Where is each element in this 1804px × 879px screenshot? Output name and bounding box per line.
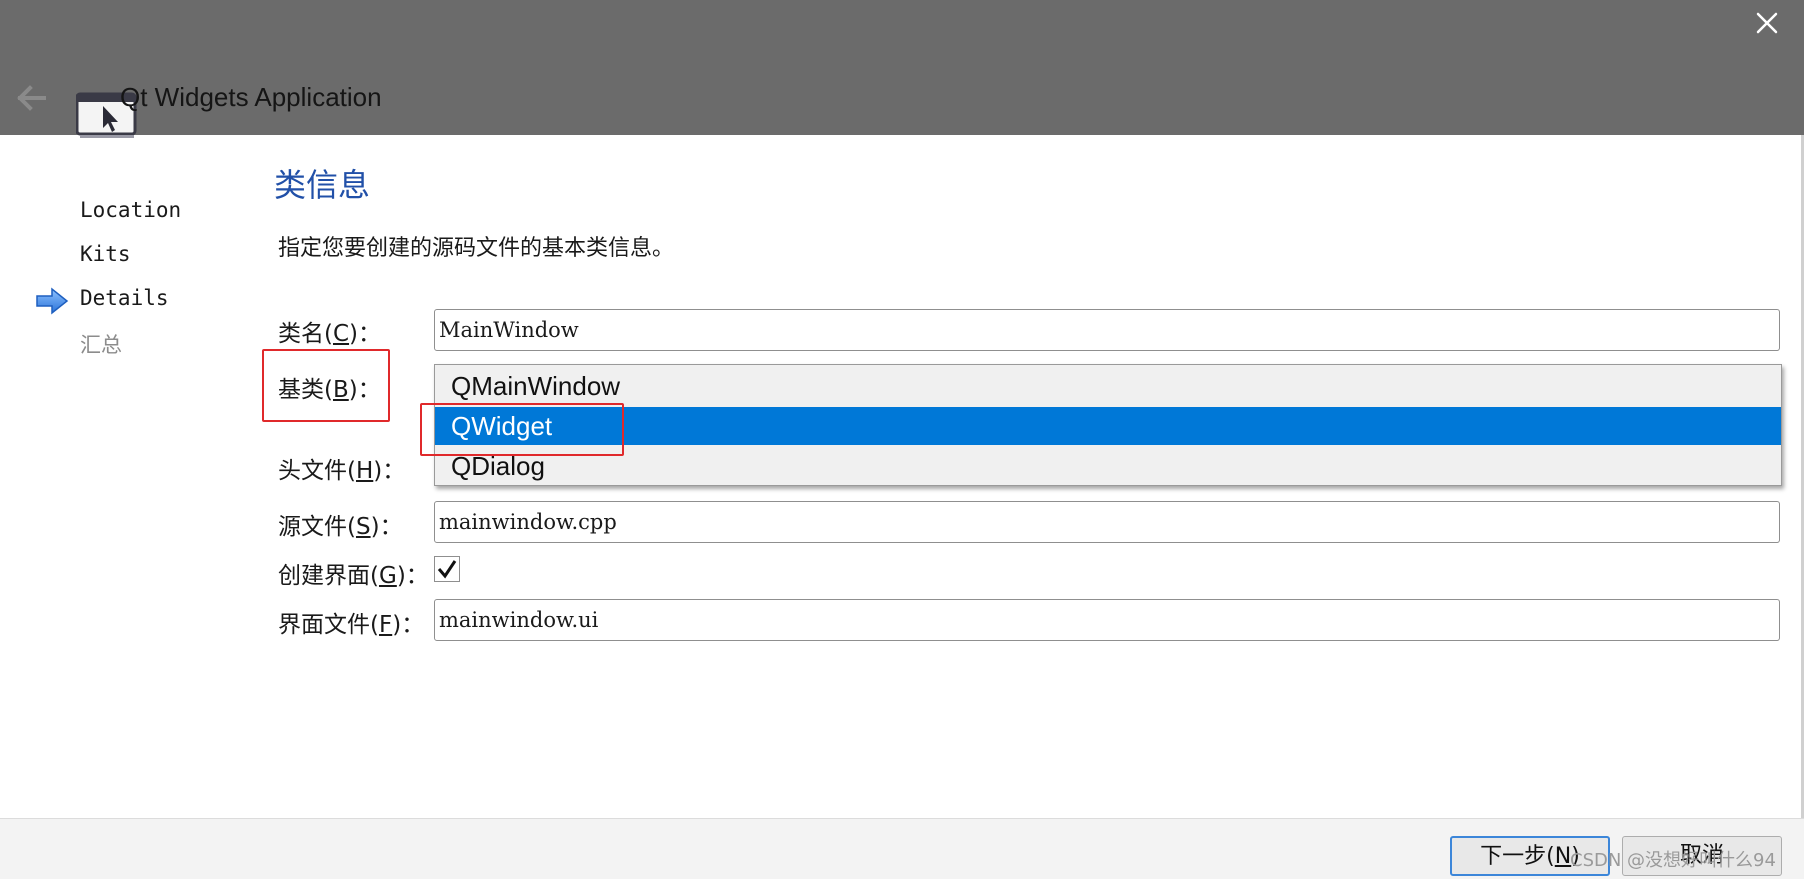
window-title: Qt Widgets Application — [120, 82, 382, 112]
step-summary: 汇总 — [80, 333, 122, 357]
source-file-input[interactable] — [434, 501, 1780, 543]
form-file-label: 界面文件(F)： — [278, 612, 425, 638]
class-name-input[interactable] — [434, 309, 1780, 351]
step-location: Location — [80, 198, 182, 222]
step-details: Details — [80, 286, 169, 310]
source-file-label: 源文件(S)： — [278, 514, 403, 540]
next-button[interactable]: 下一步(N) — [1450, 836, 1610, 876]
cancel-button[interactable]: 取消 — [1622, 836, 1782, 876]
page-title: 类信息 — [274, 166, 371, 204]
current-step-arrow-icon — [36, 287, 69, 315]
dropdown-option-qwidget[interactable]: QWidget — [435, 407, 1781, 445]
generate-form-label: 创建界面(G)： — [278, 563, 429, 589]
dropdown-option-qdialog[interactable]: QDialog — [435, 447, 1781, 485]
header-file-label: 头文件(H)： — [278, 458, 406, 484]
step-kits: Kits — [80, 242, 131, 266]
generate-form-checkbox[interactable] — [434, 556, 460, 582]
title-bar: Qt Widgets Application — [0, 0, 1804, 138]
base-class-dropdown-list[interactable]: QMainWindow QWidget QDialog — [434, 364, 1782, 486]
back-arrow-icon[interactable] — [14, 83, 48, 113]
form-file-input[interactable] — [434, 599, 1780, 641]
base-class-label: 基类(B)： — [278, 377, 381, 403]
checkmark-icon — [437, 560, 457, 579]
dropdown-option-qmainwindow[interactable]: QMainWindow — [435, 367, 1781, 405]
class-name-label: 类名(C)： — [278, 321, 382, 347]
page-description: 指定您要创建的源码文件的基本类信息。 — [278, 236, 675, 261]
close-icon[interactable] — [1750, 6, 1784, 40]
